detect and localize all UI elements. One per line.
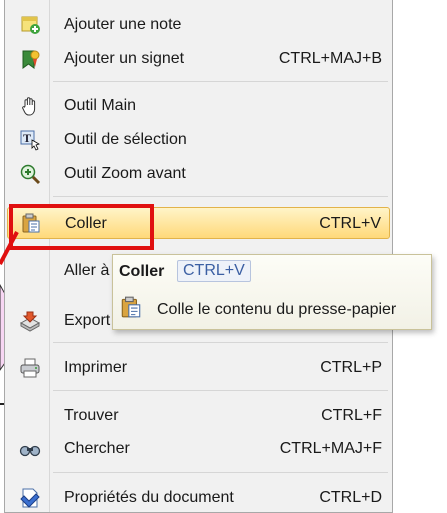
- menu-item-label: Imprimer: [64, 359, 128, 376]
- paste-icon: [119, 295, 143, 319]
- menu-item-label: Ajouter une note: [64, 16, 182, 33]
- menu-item-label: Chercher: [64, 440, 130, 457]
- menu-item-search[interactable]: Chercher CTRL+MAJ+F: [7, 434, 390, 464]
- annotation-arrow: [0, 231, 19, 265]
- properties-icon: [19, 487, 41, 509]
- tooltip-title: Coller: [119, 263, 165, 280]
- menu-separator: [53, 472, 388, 473]
- menu-item-label: Outil de sélection: [64, 131, 187, 148]
- menu-item-label: Propriétés du document: [64, 489, 234, 506]
- menu-item-shortcut: CTRL+P: [320, 359, 382, 376]
- menu-separator: [53, 342, 388, 343]
- menu-item-find[interactable]: Trouver CTRL+F: [7, 401, 390, 431]
- tooltip-description: Colle le contenu du presse-papier: [157, 301, 397, 318]
- menu-item-add-bookmark[interactable]: Ajouter un signet CTRL+MAJ+B: [7, 44, 390, 74]
- menu-item-shortcut: CTRL+F: [321, 407, 382, 424]
- menu-item-label: Trouver: [64, 407, 119, 424]
- add-note-icon: [19, 14, 41, 36]
- tooltip-shortcut: CTRL+V: [177, 260, 251, 282]
- menu-item-label: Aller à: [64, 262, 110, 279]
- menu-item-label: Outil Main: [64, 97, 137, 114]
- zoom-in-icon: [19, 163, 41, 185]
- binoculars-icon: [19, 438, 41, 460]
- export-icon: [19, 310, 41, 332]
- menu-separator: [53, 196, 388, 197]
- menu-separator: [53, 81, 388, 82]
- menu-item-label: Outil Zoom avant: [64, 165, 186, 182]
- menu-item-add-note[interactable]: Ajouter une note: [7, 10, 390, 40]
- tooltip: Coller CTRL+V Colle le contenu du presse…: [112, 254, 432, 330]
- menu-item-shortcut: CTRL+D: [319, 489, 382, 506]
- menu-item-properties[interactable]: Propriétés du document CTRL+D: [7, 483, 390, 513]
- menu-item-zoom-tool[interactable]: Outil Zoom avant: [7, 159, 390, 189]
- menu-separator: [53, 390, 388, 391]
- printer-icon: [19, 357, 41, 379]
- menu-item-shortcut: CTRL+V: [319, 215, 381, 232]
- menu-item-label: Export: [64, 312, 111, 329]
- svg-text:T: T: [23, 131, 31, 145]
- bookmark-icon: [19, 48, 41, 70]
- menu-item-shortcut: CTRL+MAJ+B: [278, 50, 382, 67]
- text-select-icon: T: [19, 129, 41, 151]
- annotation-highlight-box: [9, 204, 154, 250]
- menu-item-shortcut: CTRL+MAJ+F: [279, 440, 382, 457]
- menu-item-hand-tool[interactable]: Outil Main: [7, 91, 390, 121]
- menu-item-print[interactable]: Imprimer CTRL+P: [7, 353, 390, 383]
- hand-icon: [19, 95, 41, 117]
- menu-item-label: Ajouter un signet: [64, 50, 185, 67]
- menu-item-select-tool[interactable]: T Outil de sélection: [7, 125, 390, 155]
